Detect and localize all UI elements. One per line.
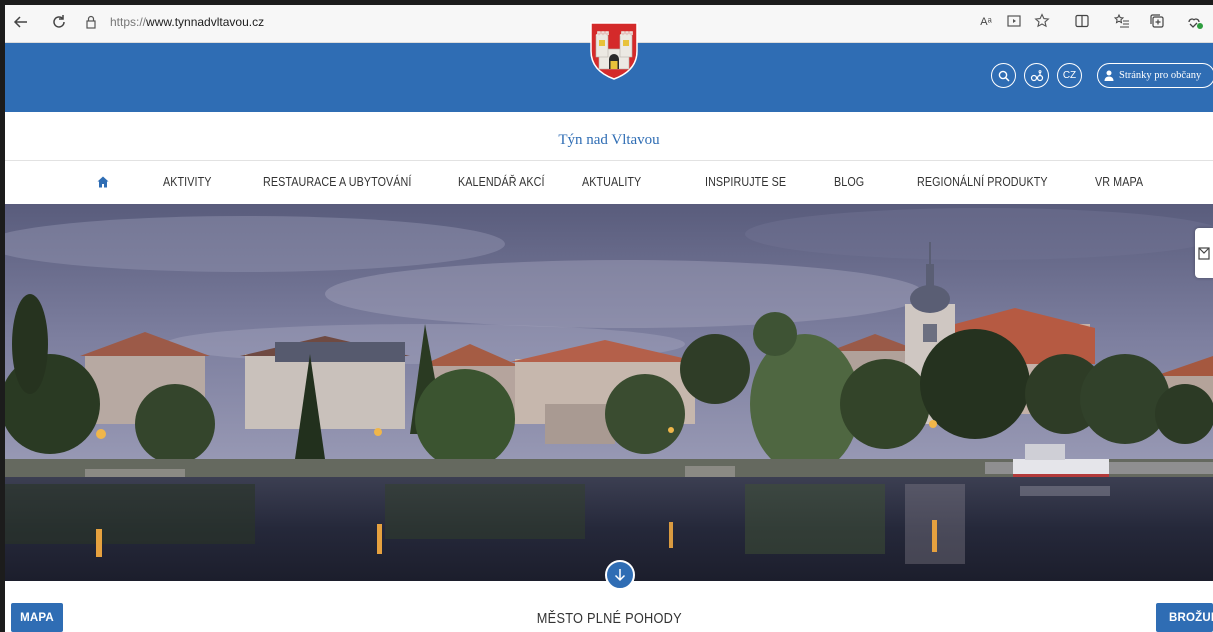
site-brand-name[interactable]: Týn nad Vltavou [5,132,1213,149]
language-switch-button[interactable]: CZ [1057,63,1082,88]
accessibility-icon [1030,69,1043,81]
side-panel-tab[interactable] [1195,228,1213,278]
nav-item-blog[interactable]: BLOG [834,175,864,189]
address-bar[interactable]: https://www.tynnadvltavou.cz [84,9,944,35]
brand-strip: Týn nad Vltavou [5,112,1213,161]
nav-item-kalendar-akci[interactable]: KALENDÁŘ AKCÍ [458,175,545,189]
split-screen-icon[interactable] [1073,13,1091,31]
town-coat-of-arms-logo[interactable] [589,21,639,81]
arrow-down-icon [614,569,626,582]
town-slogan-heading: MĚSTO PLNÉ POHODY [536,610,682,627]
nav-item-inspirujte-se[interactable]: INSPIRUJTE SE [705,175,786,189]
nav-item-aktivity[interactable]: AKTIVITY [163,175,211,189]
main-navigation: AKTIVITY RESTAURACE A UBYTOVÁNÍ KALENDÁŘ… [5,162,1213,204]
citizens-pages-label: Stránky pro občany [1119,70,1202,81]
reload-icon[interactable] [50,13,68,31]
hero-town-panorama-image [5,204,1213,581]
accessibility-button[interactable] [1024,63,1049,88]
lock-icon[interactable] [84,15,98,29]
url-text: https://www.tynnadvltavou.cz [110,15,265,29]
nav-item-aktuality[interactable]: AKTUALITY [582,175,641,189]
favorites-list-icon[interactable] [1113,13,1131,31]
search-icon [998,70,1010,82]
read-aloud-icon[interactable]: Aᵃ [975,13,997,31]
back-arrow-icon[interactable] [12,13,30,31]
search-button[interactable] [991,63,1016,88]
immersive-reader-icon[interactable] [1005,13,1023,31]
content-intro-bar: MAPA MĚSTO PLNÉ POHODY BROŽURA [5,581,1213,632]
user-icon [1104,70,1114,81]
brochure-button[interactable]: BROŽURA [1156,603,1213,632]
nav-item-restaurace-a-ubytovani[interactable]: RESTAURACE A UBYTOVÁNÍ [263,175,411,189]
nav-item-regionalni-produkty[interactable]: REGIONÁLNÍ PRODUKTY [917,175,1048,189]
envelope-icon [1198,247,1210,260]
scroll-down-button[interactable] [605,560,635,590]
favorite-star-icon[interactable] [1033,13,1051,31]
nav-item-vr-mapa[interactable]: VR MAPA [1095,175,1143,189]
citizens-pages-button[interactable]: Stránky pro občany [1097,63,1213,88]
collections-icon[interactable] [1148,13,1166,31]
home-icon[interactable] [97,176,109,188]
extensions-icon[interactable] [1186,13,1204,31]
